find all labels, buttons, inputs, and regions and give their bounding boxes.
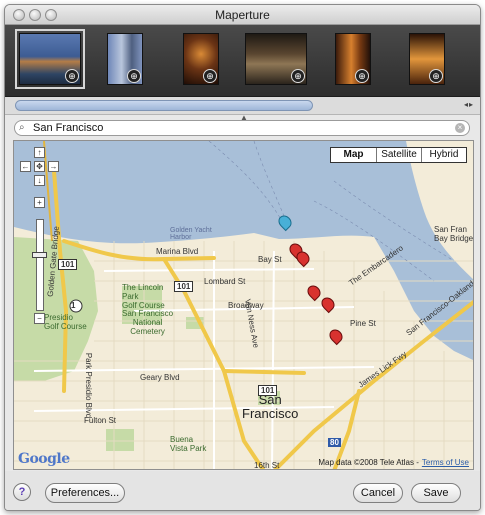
search-icon: ⌕	[19, 122, 25, 133]
clear-icon[interactable]: ×	[455, 123, 465, 133]
street-label-pine: Pine St	[350, 319, 376, 328]
window-title: Maperture	[215, 8, 270, 22]
thumbnail-harbor-dusk[interactable]: ⊕	[15, 29, 85, 89]
park-label-buena-vista: Buena Vista Park	[170, 435, 207, 453]
street-label-marina: Marina Blvd	[156, 247, 199, 256]
save-button[interactable]: Save	[411, 483, 461, 503]
street-label-16th: 16th St	[254, 461, 280, 470]
map-type-satellite[interactable]: Satellite	[376, 148, 421, 162]
thumbnail-lit-archway[interactable]: ⊕	[409, 33, 445, 85]
pan-left-icon[interactable]: ←	[20, 161, 31, 172]
highway-shield-80: 80	[328, 438, 341, 447]
street-label-bay: Bay St	[258, 255, 282, 264]
map-view[interactable]: San Francisco Marina Blvd Bay St Lombard…	[13, 140, 474, 470]
water-label-yacht-harbor: Golden Yacht Harbor	[170, 227, 212, 241]
map-navigation-control: ↑ ← ✥ → ↓ + −	[18, 147, 59, 337]
city-label: San Francisco	[242, 392, 299, 421]
highway-shield-101-c: 101	[258, 385, 278, 396]
google-logo: Google	[18, 451, 70, 467]
street-label-park-presidio: Park Presidio Blvd	[84, 352, 94, 419]
pan-right-icon[interactable]: →	[48, 161, 59, 172]
attribution-text: Map data ©2008 Tele Atlas -	[318, 458, 419, 467]
title-bar: Maperture	[5, 5, 480, 25]
search-input[interactable]	[33, 122, 443, 134]
maperture-window: Maperture ⊕ ⊕ ⊕ ⊕ ⊕ ⊕ ◂▸ ▲ ⌕ ×	[4, 4, 481, 511]
thumbnail-night-lantern[interactable]: ⊕	[183, 33, 219, 85]
dialog-footer: ? Preferences... Cancel Save	[5, 471, 480, 510]
add-location-icon[interactable]: ⊕	[203, 69, 217, 83]
zoom-out-button[interactable]: −	[34, 313, 45, 324]
scroll-arrows-icon[interactable]: ◂▸	[464, 100, 474, 109]
pan-up-icon[interactable]: ↑	[34, 147, 45, 158]
bridge-label-treasure: San Fran Bay Bridge	[434, 225, 474, 243]
map-type-selector: Map Satellite Hybrid	[330, 147, 467, 163]
search-row: ⌕ ×	[5, 117, 480, 139]
highway-shield-101-b: 101	[174, 281, 194, 292]
street-label-geary: Geary Blvd	[140, 373, 180, 382]
scrollbar-thumb[interactable]	[15, 100, 313, 111]
add-location-icon[interactable]: ⊕	[65, 69, 79, 83]
highway-shield-1: 1	[71, 301, 76, 310]
preferences-button[interactable]: Preferences...	[45, 483, 125, 503]
add-location-icon[interactable]: ⊕	[291, 69, 305, 83]
map-type-hybrid[interactable]: Hybrid	[421, 148, 466, 162]
park-label-national-cemetery: San Francisco National Cemetery	[122, 309, 174, 336]
highway-shield-101-a: 101	[58, 259, 78, 270]
street-label-lombard: Lombard St	[204, 277, 246, 286]
thumbnail-tower-blue-sky[interactable]: ⊕	[107, 33, 143, 85]
zoom-in-button[interactable]: +	[34, 197, 45, 208]
photo-filmstrip: ⊕ ⊕ ⊕ ⊕ ⊕ ⊕	[5, 25, 480, 97]
location-search-field[interactable]: ⌕ ×	[14, 120, 470, 136]
zoom-slider-handle[interactable]	[32, 252, 47, 258]
park-label-lincoln: The Lincoln Park Golf Course	[122, 283, 165, 310]
cancel-button[interactable]: Cancel	[353, 483, 403, 503]
add-location-icon[interactable]: ⊕	[355, 69, 369, 83]
pan-center-icon[interactable]: ✥	[34, 161, 45, 172]
add-location-icon[interactable]: ⊕	[429, 69, 443, 83]
map-attribution: Map data ©2008 Tele Atlas - Terms of Use	[318, 458, 469, 467]
thumbnail-lobby-interior[interactable]: ⊕	[245, 33, 307, 85]
zoom-slider[interactable]	[36, 219, 44, 311]
terms-of-use-link[interactable]: Terms of Use	[422, 458, 469, 467]
help-button[interactable]: ?	[13, 483, 31, 501]
add-location-icon[interactable]: ⊕	[127, 69, 141, 83]
thumbnail-alley-night[interactable]: ⊕	[335, 33, 371, 85]
pan-down-icon[interactable]: ↓	[34, 175, 45, 186]
map-type-map[interactable]: Map	[331, 148, 376, 162]
